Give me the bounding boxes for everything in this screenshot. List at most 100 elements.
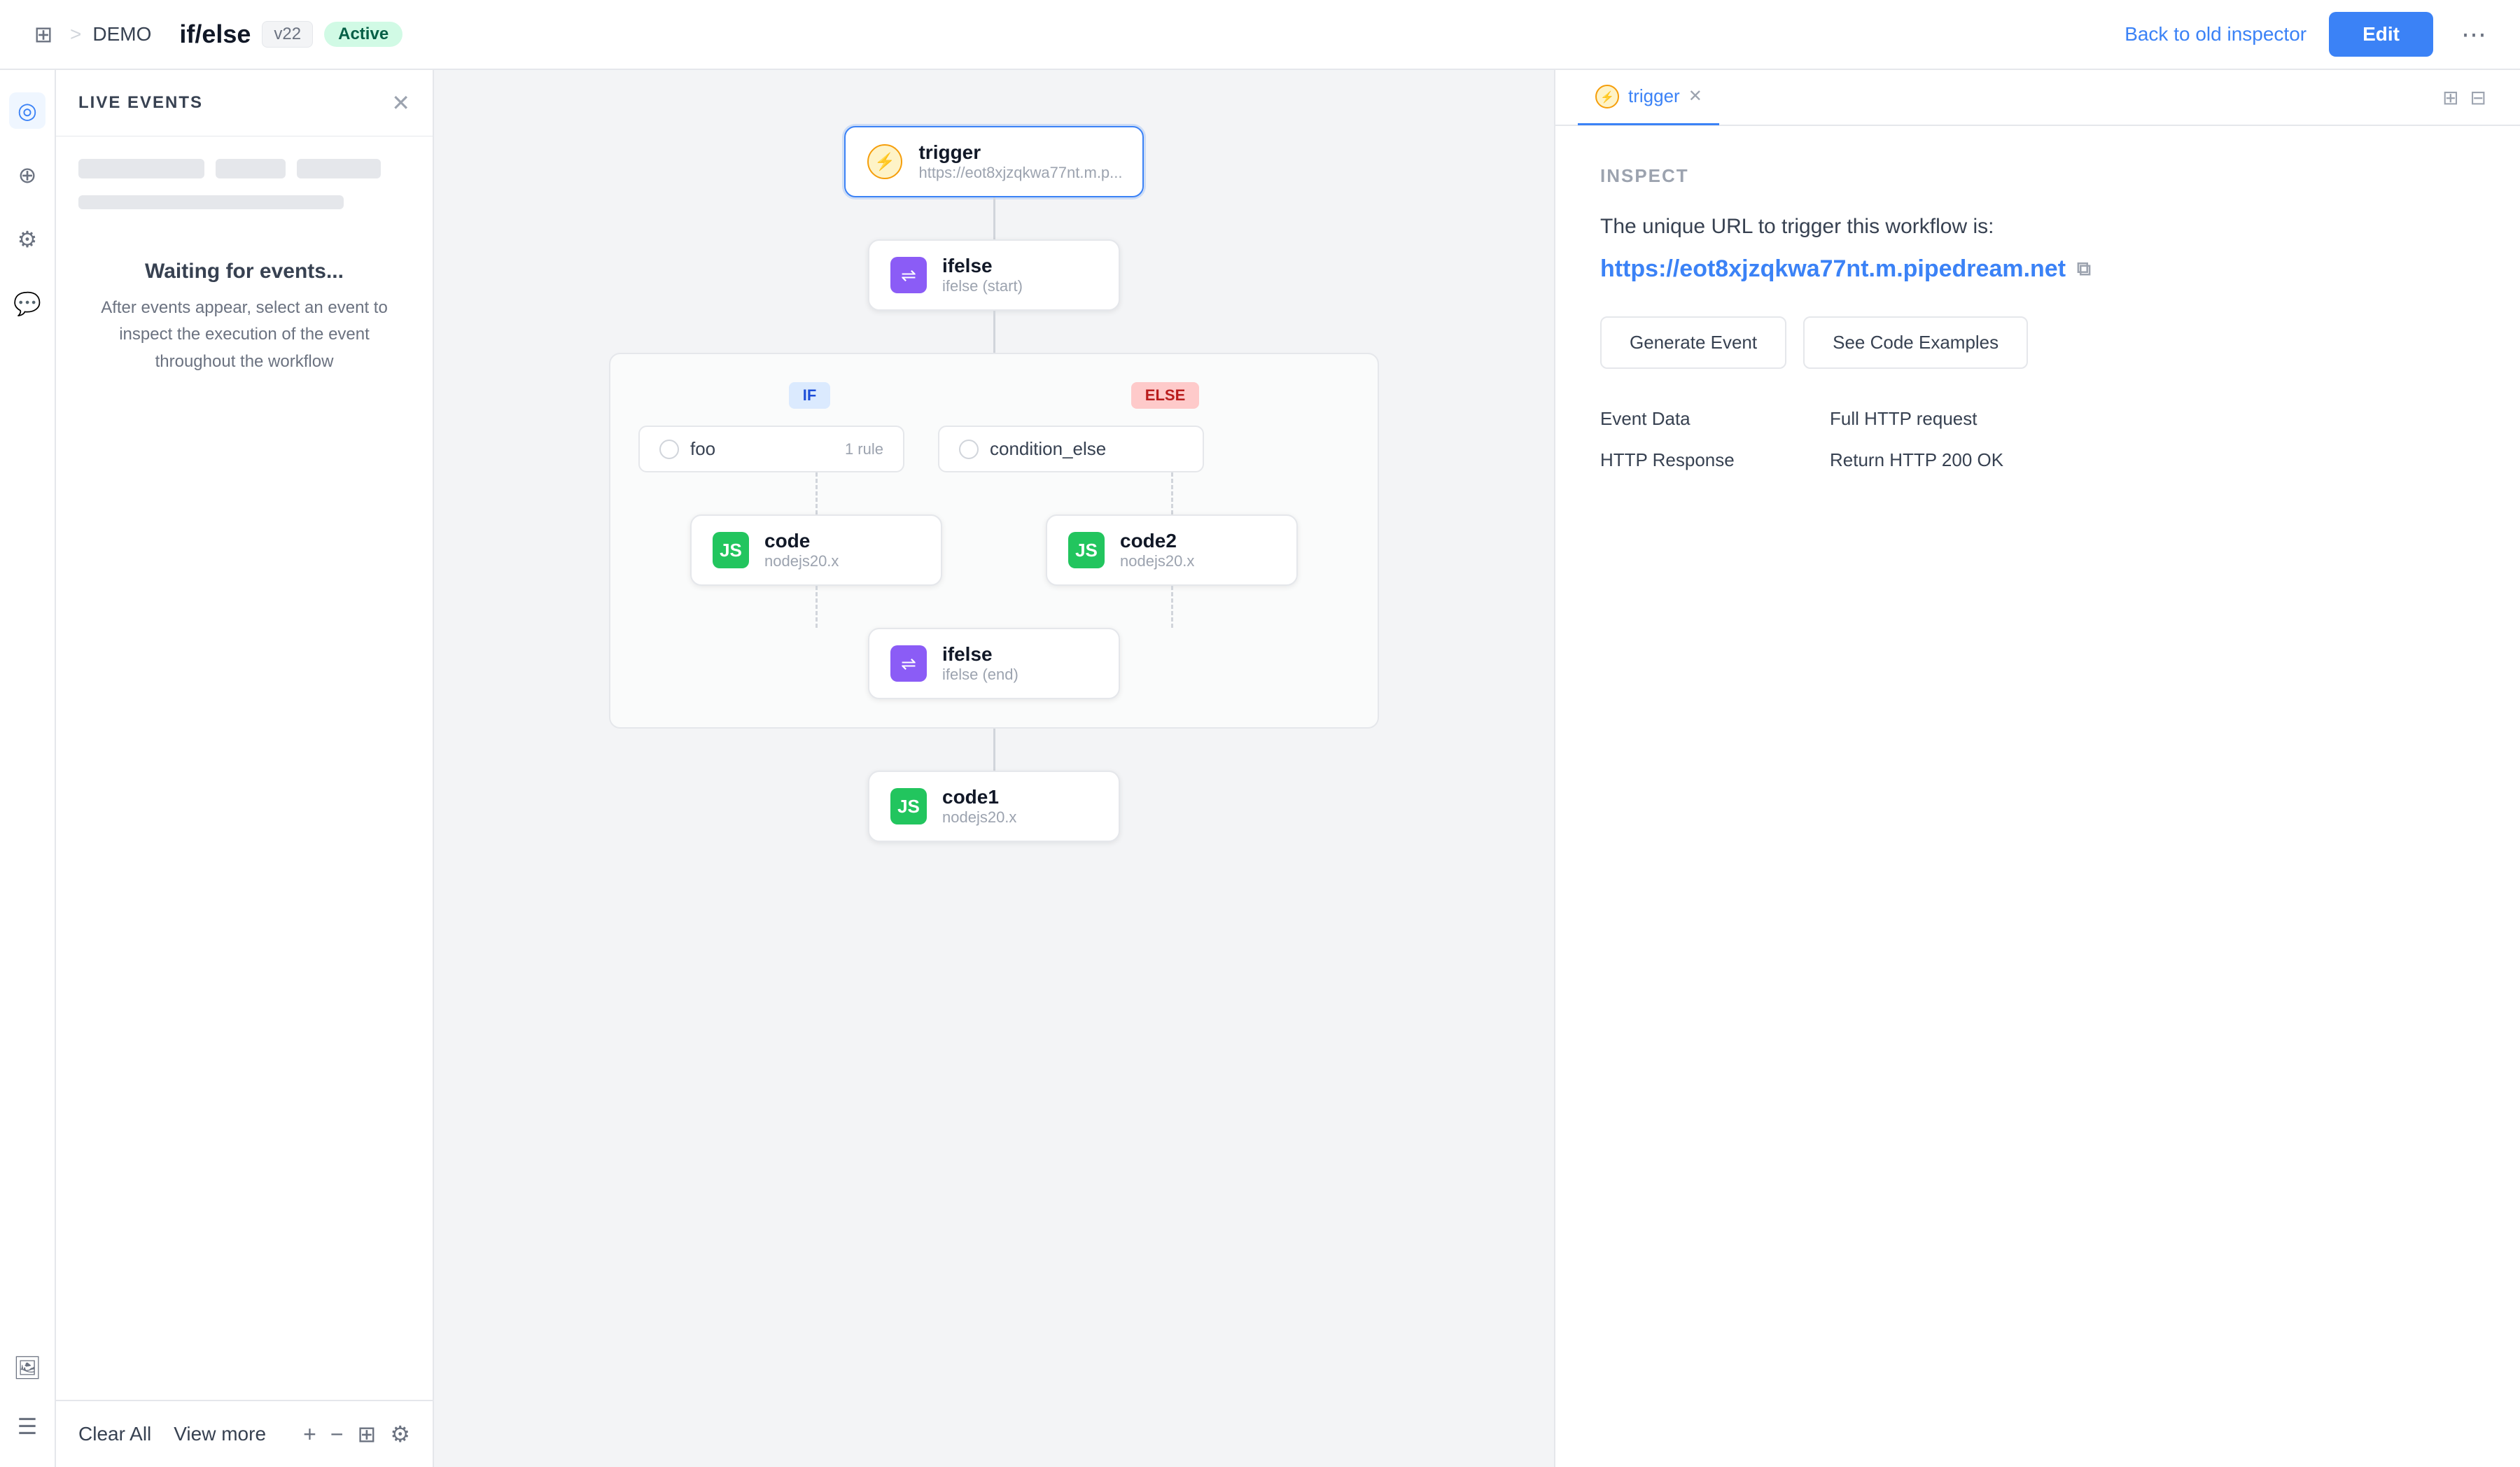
sidebar-item-settings[interactable]: ⚙ [9,221,46,258]
else-radio [959,440,979,459]
trigger-node-text: trigger https://eot8xjzqkwa77nt.m.p... [918,141,1122,182]
fit-button[interactable]: ⊞ [358,1421,377,1447]
code1-node[interactable]: JS code1 nodejs20.x [868,771,1120,842]
sidebar-item-image[interactable]: 🖼 [9,1349,46,1386]
events-panel-title: LIVE EVENTS [78,93,203,113]
code1-icon-box: JS [890,788,927,824]
status-badge: Active [324,22,402,47]
skeleton-block [216,159,286,178]
trigger-node-subtitle: https://eot8xjzqkwa77nt.m.p... [918,164,1122,182]
sidebar-item-list[interactable]: ☰ [9,1408,46,1445]
inspect-label: INSPECT [1600,165,2475,187]
inspect-description: The unique URL to trigger this workflow … [1600,215,2475,239]
code-node-subtitle: nodejs20.x [764,552,839,570]
edit-button[interactable]: Edit [2329,12,2433,57]
code1-node-subtitle: nodejs20.x [942,808,1016,827]
if-branch-nodes: JS code nodejs20.x [690,472,942,628]
connector-3 [993,729,995,771]
ifelse-start-title: ifelse [942,255,1023,277]
code2-node-text: code2 nodejs20.x [1120,530,1194,570]
trigger-node-title: trigger [918,141,1122,164]
canvas-nodes: ⚡ trigger https://eot8xjzqkwa77nt.m.p...… [434,70,1554,1467]
tab-trigger-icon: ⚡ [1595,84,1620,109]
event-data-label: Event Data [1600,408,1796,430]
code2-node-icon: JS [1067,531,1106,570]
sidebar-item-tags[interactable]: ⊕ [9,157,46,193]
events-panel-close-button[interactable]: ✕ [391,90,410,116]
inspector-tab-label: trigger [1628,85,1680,107]
breadcrumb-demo[interactable]: DEMO [92,23,151,45]
ifelse-end-title: ifelse [942,643,1018,666]
panel-icon-1[interactable]: ⊞ [2442,86,2458,109]
main-content: ◎ ⊕ ⚙ 💬 🖼 ☰ LIVE EVENTS ✕ Waiting for ev… [0,70,2520,1467]
skeleton-block [78,195,344,209]
else-connector-2 [1171,586,1173,628]
home-icon[interactable]: ⊞ [28,19,59,50]
sidebar-item-chat[interactable]: 💬 [9,286,46,322]
generate-event-button[interactable]: Generate Event [1600,316,1786,369]
waiting-title: Waiting for events... [90,260,399,283]
ifelse-start-node[interactable]: ⇌ ifelse ifelse (start) [868,239,1120,311]
skeleton-block [297,159,381,178]
if-connector-2 [816,586,818,628]
inspector-content: INSPECT The unique URL to trigger this w… [1555,126,2520,1467]
topbar: ⊞ > DEMO if/else v22 Active Back to old … [0,0,2520,70]
http-response-label: HTTP Response [1600,449,1796,471]
code2-node-title: code2 [1120,530,1194,552]
code2-node[interactable]: JS code2 nodejs20.x [1046,514,1298,586]
events-skeleton [56,136,433,232]
code1-node-title: code1 [942,786,1016,808]
condition-row: foo 1 rule condition_else [638,426,1350,472]
else-branch-label: ELSE [1131,382,1199,409]
workflow-title: if/else [179,20,251,49]
skeleton-row-1 [78,159,410,178]
topbar-right: Back to old inspector Edit ⋯ [2124,12,2492,57]
clear-all-button[interactable]: Clear All [78,1423,151,1445]
waiting-desc: After events appear, select an event to … [90,295,399,375]
else-condition-node[interactable]: condition_else [938,426,1204,472]
inspect-actions: Generate Event See Code Examples [1600,316,2475,369]
view-more-button[interactable]: View more [174,1423,266,1445]
inspector-tab-close-button[interactable]: ✕ [1688,86,1702,106]
ifelse-group: IF ELSE foo 1 rule condition_else [609,353,1379,729]
code-node[interactable]: JS code nodejs20.x [690,514,942,586]
inspect-url: https://eot8xjzqkwa77nt.m.pipedream.net … [1600,255,2475,283]
events-panel: LIVE EVENTS ✕ Waiting for events... Afte… [56,70,434,1467]
if-condition-node[interactable]: foo 1 rule [638,426,904,472]
code1-node-text: code1 nodejs20.x [942,786,1016,827]
zoom-in-button[interactable]: + [303,1422,316,1447]
if-condition-rule: 1 rule [845,440,883,458]
zoom-out-button[interactable]: − [330,1422,344,1447]
canvas-settings-button[interactable]: ⚙ [390,1421,410,1447]
trigger-node[interactable]: ⚡ trigger https://eot8xjzqkwa77nt.m.p... [844,126,1143,197]
ifelse-end-col: ⇌ ifelse ifelse (end) [868,628,1120,699]
http-response-value: Return HTTP 200 OK [1830,449,2003,471]
inspect-details: Event Data Full HTTP request HTTP Respon… [1600,408,2475,471]
inspector-tab-trigger[interactable]: ⚡ trigger ✕ [1578,70,1719,125]
more-options-button[interactable]: ⋯ [2456,14,2492,55]
events-footer: Clear All View more + − ⊞ ⚙ [56,1400,433,1467]
code2-icon-box: JS [1068,532,1105,568]
event-data-value: Full HTTP request [1830,408,1977,430]
else-connector [1171,472,1173,514]
panel-icon-2[interactable]: ⊟ [2470,86,2486,109]
trigger-icon-svg: ⚡ [867,143,903,180]
back-to-old-inspector-link[interactable]: Back to old inspector [2124,23,2306,45]
topbar-left: ⊞ > DEMO if/else v22 Active [28,19,2124,50]
code-node-icon: JS [711,531,750,570]
events-waiting: Waiting for events... After events appea… [56,232,433,403]
trigger-node-icon: ⚡ [865,142,904,181]
see-code-examples-button[interactable]: See Code Examples [1803,316,2028,369]
copy-url-icon[interactable]: ⧉ [2077,258,2091,281]
workflow-canvas[interactable]: ⚡ trigger https://eot8xjzqkwa77nt.m.p...… [434,70,1554,1467]
else-branch-nodes: JS code2 nodejs20.x [1046,472,1298,628]
breadcrumb-separator: > [70,23,81,45]
ifelse-end-node[interactable]: ⇌ ifelse ifelse (end) [868,628,1120,699]
ifelse-start-text: ifelse ifelse (start) [942,255,1023,295]
else-condition-text: condition_else [990,438,1106,460]
code1-node-icon: JS [889,787,928,826]
http-response-row: HTTP Response Return HTTP 200 OK [1600,449,2475,471]
ifelse-start-icon-box: ⇌ [890,257,927,293]
skeleton-block [78,159,204,178]
sidebar-item-live-events[interactable]: ◎ [9,92,46,129]
